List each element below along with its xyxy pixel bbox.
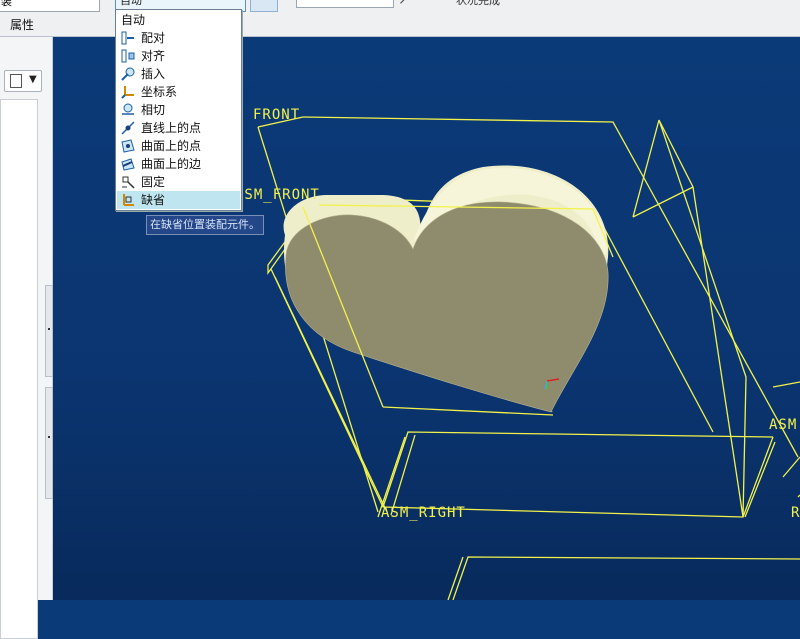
mate-icon (121, 31, 134, 45)
fix-icon (122, 176, 135, 189)
offset-field[interactable] (296, 0, 394, 8)
item-label: 自动 (121, 13, 146, 27)
constraint-item-tangent[interactable]: 相切 (117, 101, 240, 119)
model-tree[interactable] (0, 99, 38, 639)
item-label: 插入 (141, 67, 166, 81)
default-icon (123, 194, 134, 206)
constraint-item-auto[interactable]: 自动 (117, 11, 240, 29)
component-name-field[interactable]: 装 (0, 0, 100, 12)
constraint-item-insert[interactable]: 插入 (117, 65, 240, 83)
toggle-view-button[interactable] (250, 0, 278, 12)
constraint-item-point-on-line[interactable]: 直线上的点 (117, 119, 240, 137)
flip-arrow-icon[interactable]: ↗ (398, 0, 410, 8)
tree-settings-button[interactable]: ▼ (4, 70, 42, 92)
constraint-item-mate[interactable]: 配对 (117, 29, 240, 47)
constraint-item-csys[interactable]: 坐标系 (117, 83, 240, 101)
asm-front-datum-label: ASM_FRONT (235, 187, 320, 203)
constraint-item-align[interactable]: 对齐 (117, 47, 240, 65)
constraint-tooltip: 在缺省位置装配元件。 (146, 215, 264, 235)
status-text: 状况完成 (456, 0, 500, 7)
point-on-surface-icon (121, 139, 135, 153)
constraint-item-point-on-surface[interactable]: 曲面上的点 (117, 137, 240, 155)
edge-on-surface-icon (121, 158, 135, 171)
point-on-line-icon (121, 121, 135, 135)
panel-splitter-upper[interactable] (45, 285, 53, 377)
constraint-item-default[interactable]: 缺省 (117, 191, 240, 209)
item-label: 缺省 (141, 193, 166, 207)
front-datum-label: FRONT (253, 107, 301, 123)
item-label: 配对 (141, 31, 166, 45)
tangent-icon (122, 103, 134, 115)
item-label: 曲面上的点 (141, 139, 202, 153)
item-label: 对齐 (141, 49, 166, 63)
heart-part[interactable] (283, 165, 609, 413)
insert-icon (121, 67, 135, 81)
item-label: 固定 (141, 175, 166, 189)
properties-tab[interactable]: 属性 (10, 16, 34, 33)
align-icon (121, 49, 135, 63)
item-label: 相切 (141, 103, 166, 117)
asm-right-datum-label: ASM_RIGHT (381, 505, 466, 521)
item-label: 坐标系 (141, 85, 178, 99)
right-datum-label: R (791, 505, 800, 521)
constraint-item-edge-on-surface[interactable]: 曲面上的边 (117, 155, 240, 173)
constraint-type-dropdown[interactable]: 自动 配对 对齐 插入 坐标系 相切 直线上的点 曲面上的点 曲面上的边 固定 … (115, 9, 242, 211)
coordinate-system-icon (121, 86, 134, 99)
chevron-down-icon: ▼ (29, 74, 37, 85)
model-tree-panel: ▼ (0, 37, 53, 639)
page-icon (10, 74, 22, 88)
asm-top-datum-label: ASM (769, 417, 798, 433)
panel-splitter-lower[interactable] (45, 387, 53, 499)
item-label: 曲面上的边 (141, 157, 202, 171)
item-label: 直线上的点 (141, 121, 202, 135)
constraint-item-fix[interactable]: 固定 (117, 173, 240, 191)
